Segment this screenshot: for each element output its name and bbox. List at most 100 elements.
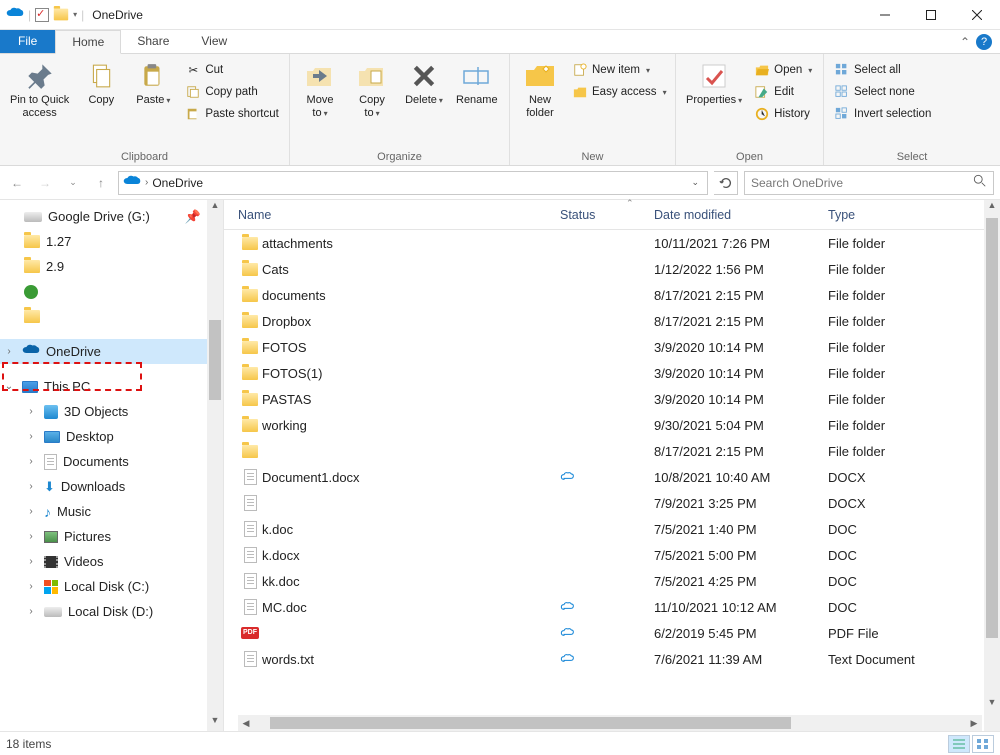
- tree-videos[interactable]: ›Videos: [0, 549, 223, 574]
- file-row[interactable]: attachments10/11/2021 7:26 PMFile folder: [238, 230, 1000, 256]
- col-header-date[interactable]: Date modified: [654, 208, 828, 222]
- tree-downloads[interactable]: ›⬇Downloads: [0, 474, 223, 499]
- delete-button[interactable]: Delete: [400, 58, 448, 109]
- file-row[interactable]: FOTOS(1)3/9/2020 10:14 PMFile folder: [238, 360, 1000, 386]
- sort-indicator-icon: ⌃: [626, 198, 634, 209]
- file-row[interactable]: Dropbox8/17/2021 2:15 PMFile folder: [238, 308, 1000, 334]
- file-row[interactable]: working9/30/2021 5:04 PMFile folder: [238, 412, 1000, 438]
- file-row[interactable]: k.doc7/5/2021 1:40 PMDOC: [238, 516, 1000, 542]
- tree-scroll-thumb[interactable]: [209, 320, 221, 400]
- tree-documents[interactable]: ›Documents: [0, 449, 223, 474]
- expand-icon[interactable]: ›: [24, 606, 38, 617]
- file-row[interactable]: k.docx7/5/2021 5:00 PMDOC: [238, 542, 1000, 568]
- expand-icon[interactable]: ›: [24, 531, 38, 542]
- expand-icon[interactable]: ›: [24, 506, 38, 517]
- file-row[interactable]: PASTAS3/9/2020 10:14 PMFile folder: [238, 386, 1000, 412]
- file-row[interactable]: kk.doc7/5/2021 4:25 PMDOC: [238, 568, 1000, 594]
- help-icon[interactable]: ?: [976, 34, 992, 50]
- tree-thispc[interactable]: ⌄This PC: [0, 374, 223, 399]
- file-row[interactable]: FOTOS3/9/2020 10:14 PMFile folder: [238, 334, 1000, 360]
- move-to-button[interactable]: Move to: [296, 58, 344, 122]
- expand-icon[interactable]: ›: [24, 581, 38, 592]
- nav-back-button[interactable]: ←: [6, 172, 28, 194]
- col-header-type[interactable]: Type: [828, 208, 1000, 222]
- select-none-button[interactable]: Select none: [830, 82, 935, 102]
- invert-selection-button[interactable]: Invert selection: [830, 104, 935, 124]
- file-row[interactable]: PDF6/2/2019 5:45 PMPDF File: [238, 620, 1000, 646]
- paste-shortcut-button[interactable]: Paste shortcut: [181, 104, 283, 124]
- tree-folder-blank[interactable]: [0, 304, 223, 329]
- details-view-button[interactable]: [948, 735, 970, 753]
- tree-music[interactable]: ›♪Music: [0, 499, 223, 524]
- nav-recent-dropdown[interactable]: ⌄: [62, 172, 84, 194]
- open-button[interactable]: Open: [750, 60, 816, 80]
- copy-button[interactable]: Copy: [77, 58, 125, 109]
- tab-file[interactable]: File: [0, 30, 55, 53]
- col-header-name[interactable]: Name: [238, 208, 560, 222]
- easy-access-button[interactable]: Easy access: [568, 82, 671, 102]
- rename-button[interactable]: Rename: [452, 58, 502, 109]
- expand-icon[interactable]: ⌄: [2, 381, 16, 392]
- expand-icon[interactable]: ›: [24, 481, 38, 492]
- file-row[interactable]: MC.doc11/10/2021 10:12 AMDOC: [238, 594, 1000, 620]
- pin-quick-access-button[interactable]: Pin to Quick access: [6, 58, 73, 122]
- file-hscroll-thumb[interactable]: [270, 717, 791, 729]
- edit-button[interactable]: Edit: [750, 82, 816, 102]
- nav-up-button[interactable]: ↑: [90, 172, 112, 194]
- new-folder-button[interactable]: New folder: [516, 58, 564, 122]
- collapse-ribbon-icon[interactable]: ⌃: [960, 35, 970, 49]
- col-header-status[interactable]: Status: [560, 208, 654, 222]
- expand-icon[interactable]: ›: [24, 456, 38, 467]
- address-box[interactable]: › OneDrive ⌄: [118, 171, 708, 195]
- file-row[interactable]: Document1.docx10/8/2021 10:40 AMDOCX: [238, 464, 1000, 490]
- copy-to-button[interactable]: Copy to: [348, 58, 396, 122]
- file-row[interactable]: documents8/17/2021 2:15 PMFile folder: [238, 282, 1000, 308]
- expand-icon[interactable]: ›: [24, 406, 38, 417]
- tree-scrollbar[interactable]: ▲▼: [207, 200, 223, 731]
- close-button[interactable]: [954, 0, 1000, 30]
- tree-3d-objects[interactable]: ›3D Objects: [0, 399, 223, 424]
- file-row[interactable]: 8/17/2021 2:15 PMFile folder: [238, 438, 1000, 464]
- refresh-button[interactable]: [714, 171, 738, 195]
- search-input[interactable]: Search OneDrive: [744, 171, 994, 195]
- tree-pictures[interactable]: ›Pictures: [0, 524, 223, 549]
- nav-forward-button[interactable]: →: [34, 172, 56, 194]
- qa-folder-icon[interactable]: [54, 9, 68, 21]
- address-dropdown-icon[interactable]: ⌄: [691, 177, 703, 188]
- icons-view-button[interactable]: [972, 735, 994, 753]
- breadcrumb-sep[interactable]: ›: [145, 177, 148, 188]
- file-hscrollbar[interactable]: ◀▶: [238, 715, 982, 731]
- file-vscroll-thumb[interactable]: [986, 218, 998, 638]
- tree-onedrive[interactable]: ›OneDrive: [0, 339, 223, 364]
- tree-folder-2[interactable]: 2.9: [0, 254, 223, 279]
- tree-folder-1[interactable]: 1.27: [0, 229, 223, 254]
- file-list-header: ⌃ Name Status Date modified Type: [224, 200, 1000, 230]
- cut-button[interactable]: ✂Cut: [181, 60, 283, 80]
- tree-greendot[interactable]: [0, 279, 223, 304]
- tab-view[interactable]: View: [185, 30, 243, 53]
- copy-path-button[interactable]: Copy path: [181, 82, 283, 102]
- tree-gdrive[interactable]: Google Drive (G:)📌: [0, 204, 223, 229]
- file-row[interactable]: 7/9/2021 3:25 PMDOCX: [238, 490, 1000, 516]
- expand-icon[interactable]: ›: [2, 346, 16, 357]
- tab-share[interactable]: Share: [121, 30, 185, 53]
- minimize-button[interactable]: [862, 0, 908, 30]
- file-row[interactable]: Cats1/12/2022 1:56 PMFile folder: [238, 256, 1000, 282]
- qa-checkbox-icon[interactable]: [35, 8, 49, 22]
- tree-desktop[interactable]: ›Desktop: [0, 424, 223, 449]
- properties-button[interactable]: Properties: [682, 58, 746, 109]
- select-all-button[interactable]: Select all: [830, 60, 935, 80]
- paste-button[interactable]: Paste: [129, 58, 177, 109]
- qa-dropdown-icon[interactable]: ▾: [73, 10, 77, 19]
- tree-diskd[interactable]: ›Local Disk (D:): [0, 599, 223, 624]
- maximize-button[interactable]: [908, 0, 954, 30]
- new-item-button[interactable]: New item: [568, 60, 671, 80]
- expand-icon[interactable]: ›: [24, 431, 38, 442]
- file-row[interactable]: words.txt7/6/2021 11:39 AMText Document: [238, 646, 1000, 672]
- tab-home[interactable]: Home: [55, 30, 121, 54]
- tree-diskc[interactable]: ›Local Disk (C:): [0, 574, 223, 599]
- breadcrumb-onedrive[interactable]: OneDrive: [152, 176, 203, 190]
- file-vscrollbar[interactable]: ▲▼: [984, 200, 1000, 731]
- expand-icon[interactable]: ›: [24, 556, 38, 567]
- history-button[interactable]: History: [750, 104, 816, 124]
